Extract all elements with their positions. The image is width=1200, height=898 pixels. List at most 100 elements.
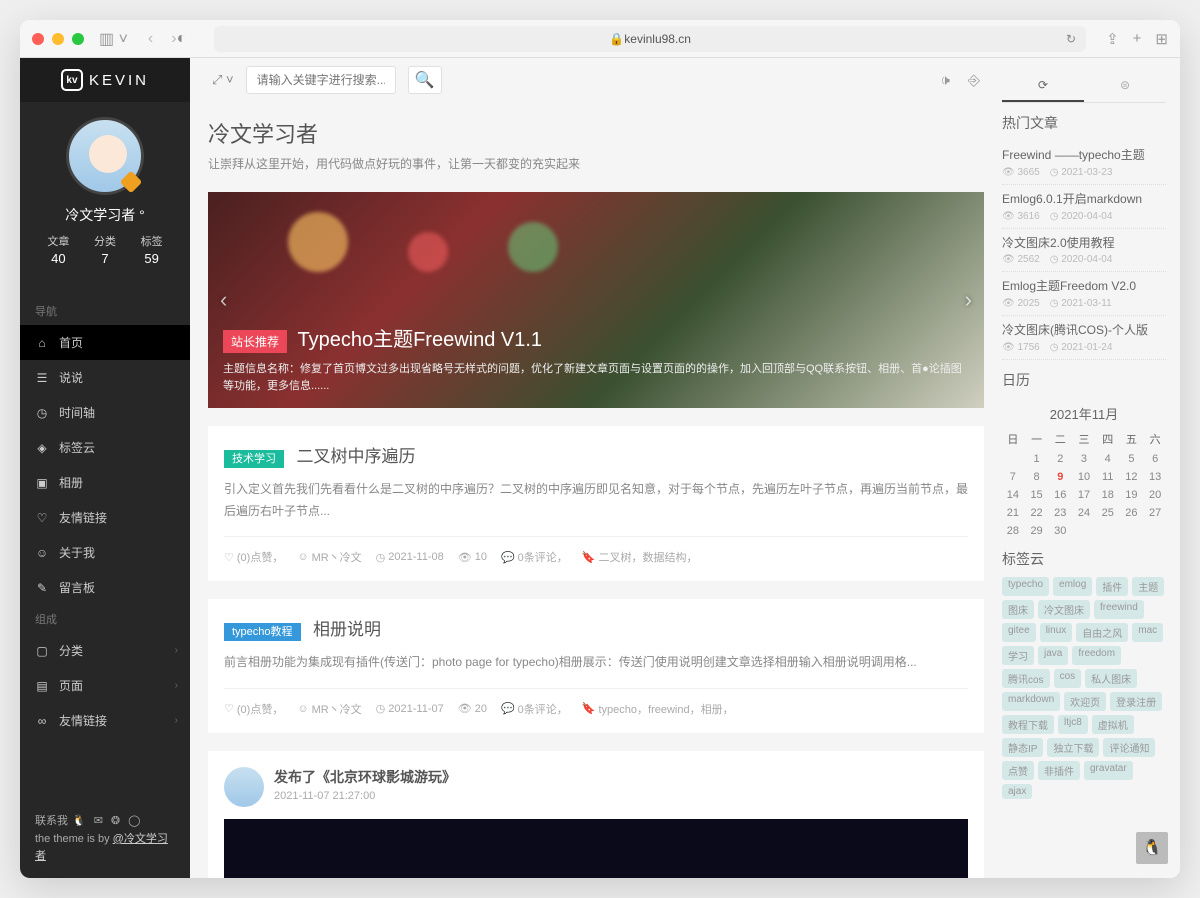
tag-chip[interactable]: cos (1054, 669, 1082, 688)
user-avatar[interactable] (66, 117, 144, 195)
search-button[interactable]: 🔍 (408, 66, 442, 94)
calendar-day[interactable]: 29 (1026, 523, 1048, 539)
hot-article-item[interactable]: Emlog6.0.1开启markdown👁 3616◷ 2020-04-04 (1002, 185, 1166, 229)
post-category-tag[interactable]: 技术学习 (224, 450, 284, 468)
tag-chip[interactable]: 学习 (1002, 646, 1034, 665)
calendar-day[interactable]: 30 (1049, 523, 1071, 539)
post-comments[interactable]: 💬 0条评论， (501, 549, 568, 565)
tag-chip[interactable]: 虚拟机 (1092, 715, 1134, 734)
tag-chip[interactable]: 欢迎页 (1064, 692, 1106, 711)
nav-about[interactable]: ☺关于我 (20, 535, 190, 570)
calendar-day[interactable]: 21 (1002, 505, 1024, 521)
calendar-day[interactable]: 25 (1097, 505, 1119, 521)
site-logo[interactable]: kv KEVIN (20, 58, 190, 102)
calendar-day[interactable]: 5 (1121, 451, 1143, 467)
calendar-day[interactable]: 13 (1144, 469, 1166, 485)
nav-timeline[interactable]: ◷时间轴 (20, 395, 190, 430)
tag-chip[interactable]: 独立下载 (1047, 738, 1099, 757)
carousel-prev[interactable]: ‹ (220, 287, 227, 313)
reload-icon[interactable]: ↻ (1066, 32, 1076, 46)
weibo-icon[interactable]: ❂ (111, 813, 120, 831)
hot-article-item[interactable]: Emlog主题Freedom V2.0👁 2025◷ 2021-03-11 (1002, 272, 1166, 316)
calendar-day[interactable]: 26 (1121, 505, 1143, 521)
qq-icon[interactable]: 🐧 (72, 813, 86, 831)
login-icon[interactable]: ⎆ (968, 72, 980, 89)
stat-tags[interactable]: 标签59 (141, 233, 163, 266)
calendar-day[interactable]: 14 (1002, 487, 1024, 503)
calendar-day[interactable]: 3 (1073, 451, 1095, 467)
sound-icon[interactable]: 🕩 (941, 72, 950, 89)
calendar-day[interactable]: 6 (1144, 451, 1166, 467)
post-title[interactable]: 相册说明 (313, 620, 381, 639)
tag-chip[interactable]: typecho (1002, 577, 1049, 596)
calendar-day[interactable]: 27 (1144, 505, 1166, 521)
nav-tagcloud[interactable]: ◈标签云 (20, 430, 190, 465)
sidebar-toggle-icon[interactable]: ▥ ˅ (99, 29, 128, 49)
stat-posts[interactable]: 文章40 (47, 233, 69, 266)
tag-chip[interactable]: emlog (1053, 577, 1092, 596)
share-icon[interactable]: ⇪ (1106, 30, 1119, 48)
nav-links[interactable]: ♡友情链接 (20, 500, 190, 535)
post-author[interactable]: ☺ MR丶冷文 (297, 549, 361, 565)
tab-me[interactable]: ⊜ (1084, 70, 1166, 102)
tag-chip[interactable]: linux (1040, 623, 1073, 642)
nav-pages[interactable]: ▤页面› (20, 668, 190, 703)
post-category-tag[interactable]: typecho教程 (224, 623, 301, 641)
close-window[interactable] (32, 33, 44, 45)
calendar-day[interactable]: 4 (1097, 451, 1119, 467)
calendar-day[interactable]: 11 (1097, 469, 1119, 485)
nav-home[interactable]: ⌂首页 (20, 325, 190, 360)
github-icon[interactable]: ◯ (128, 813, 140, 831)
tag-chip[interactable]: 非插件 (1038, 761, 1080, 780)
calendar-day[interactable]: 2 (1049, 451, 1071, 467)
post-tags[interactable]: 🔖 typecho，freewind，相册， (582, 701, 734, 717)
minimize-window[interactable] (52, 33, 64, 45)
tag-chip[interactable]: java (1038, 646, 1068, 665)
tag-chip[interactable]: ltjc8 (1058, 715, 1088, 734)
tag-chip[interactable]: gitee (1002, 623, 1036, 642)
calendar-day[interactable]: 15 (1026, 487, 1048, 503)
nav-categories[interactable]: ▢分类› (20, 633, 190, 668)
tag-chip[interactable]: freewind (1094, 600, 1144, 619)
tag-chip[interactable]: 静态IP (1002, 738, 1043, 757)
search-input[interactable] (246, 66, 396, 94)
like-button[interactable]: ♡ (0)点赞， (224, 549, 283, 565)
hot-article-item[interactable]: Freewind ——typecho主题👁 3665◷ 2021-03-23 (1002, 141, 1166, 185)
calendar-day[interactable]: 20 (1144, 487, 1166, 503)
shuoshuo-title[interactable]: 发布了《北京环球影城游玩》 (274, 767, 456, 787)
tag-chip[interactable]: 私人图床 (1085, 669, 1137, 688)
carousel-next[interactable]: › (965, 287, 972, 313)
qq-float-button[interactable]: 🐧 (1136, 832, 1168, 864)
nav-shuoshuo[interactable]: ☰说说 (20, 360, 190, 395)
tab-site[interactable]: ⟳ (1002, 70, 1084, 102)
tag-chip[interactable]: freedom (1072, 646, 1121, 665)
tag-chip[interactable]: 评论通知 (1103, 738, 1155, 757)
back-button[interactable]: ‹ (148, 30, 153, 48)
privacy-shield-icon[interactable]: ◐ (177, 30, 187, 48)
hot-article-item[interactable]: 冷文图床2.0使用教程👁 2562◷ 2020-04-04 (1002, 229, 1166, 273)
new-tab-icon[interactable]: + (1133, 30, 1142, 48)
tag-chip[interactable]: 登录注册 (1110, 692, 1162, 711)
like-button[interactable]: ♡ (0)点赞， (224, 701, 283, 717)
tag-chip[interactable]: 插件 (1096, 577, 1128, 596)
tag-chip[interactable]: 点赞 (1002, 761, 1034, 780)
shuoshuo-image[interactable] (224, 819, 968, 878)
tag-chip[interactable]: 图床 (1002, 600, 1034, 619)
expand-icon[interactable]: ⤢ ˅ (212, 72, 234, 88)
post-title[interactable]: 二叉树中序遍历 (296, 447, 415, 466)
tag-chip[interactable]: 教程下载 (1002, 715, 1054, 734)
calendar-day[interactable]: 17 (1073, 487, 1095, 503)
calendar-day[interactable]: 12 (1121, 469, 1143, 485)
stat-categories[interactable]: 分类7 (94, 233, 116, 266)
post-comments[interactable]: 💬 0条评论， (501, 701, 568, 717)
calendar-day[interactable]: 16 (1049, 487, 1071, 503)
mail-icon[interactable]: ✉ (94, 813, 103, 831)
tag-chip[interactable]: 冷文图床 (1038, 600, 1090, 619)
hot-article-item[interactable]: 冷文图床(腾讯COS)-个人版👁 1756◷ 2021-01-24 (1002, 316, 1166, 360)
calendar-day[interactable]: 10 (1073, 469, 1095, 485)
calendar-day[interactable]: 19 (1121, 487, 1143, 503)
tag-chip[interactable]: 腾讯cos (1002, 669, 1050, 688)
tabs-icon[interactable]: ⊞ (1155, 30, 1168, 48)
calendar-day[interactable]: 28 (1002, 523, 1024, 539)
tag-chip[interactable]: 自由之风 (1076, 623, 1128, 642)
